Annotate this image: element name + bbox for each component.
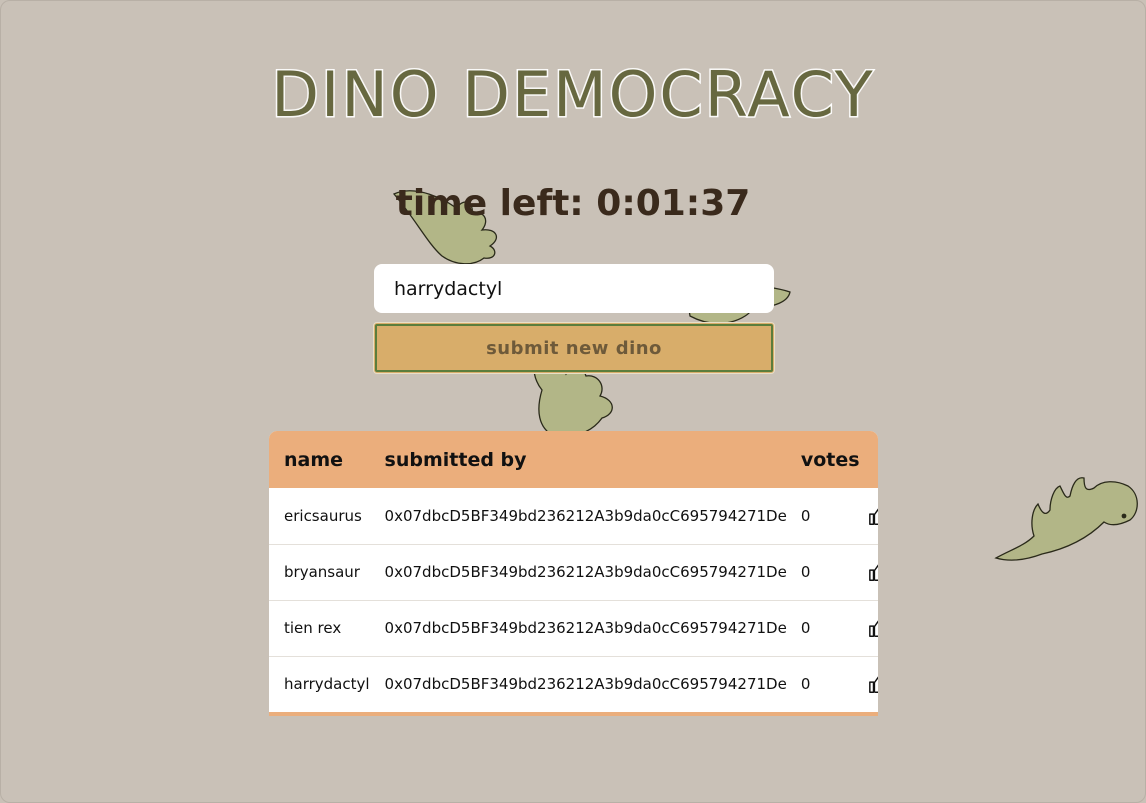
table-row: bryansaur 0x07dbcD5BF349bd236212A3b9da0c… <box>269 544 878 600</box>
submitter-address: 0x07dbcD5BF349bd236212A3b9da0cC695794271… <box>384 619 787 637</box>
dino-name: ericsaurus <box>284 506 362 525</box>
timer-value: 0:01:37 <box>596 183 751 224</box>
header-submitted-by: submitted by <box>384 448 527 471</box>
submitter-address: 0x07dbcD5BF349bd236212A3b9da0cC695794271… <box>384 506 787 525</box>
dino-table: name submitted by votes ericsaurus 0x07d… <box>269 431 878 716</box>
table-row: ericsaurus 0x07dbcD5BF349bd236212A3b9da0… <box>269 488 878 544</box>
dino-name: tien rex <box>284 619 342 637</box>
dino-name: bryansaur <box>284 563 360 581</box>
table-row: harrydactyl 0x07dbcD5BF349bd236212A3b9da… <box>269 656 878 712</box>
submitter-address: 0x07dbcD5BF349bd236212A3b9da0cC695794271… <box>384 675 787 694</box>
vote-count: 0 <box>800 563 811 581</box>
thumbs-up-icon[interactable] <box>868 561 878 583</box>
header-name: name <box>284 448 344 471</box>
dino-name: harrydactyl <box>284 675 370 694</box>
thumbs-up-icon[interactable] <box>868 617 878 639</box>
vote-count: 0 <box>800 675 811 694</box>
page-title: DINO DEMOCRACY <box>270 57 875 133</box>
countdown-timer: time left: 0:01:37 <box>0 183 1146 224</box>
dinosaur-icon <box>994 477 1138 561</box>
timer-label: time left: <box>395 183 584 224</box>
vote-count: 0 <box>800 506 811 525</box>
table-row: tien rex 0x07dbcD5BF349bd236212A3b9da0cC… <box>269 600 878 656</box>
submit-dino-button[interactable]: submit new dino <box>373 322 775 374</box>
header-votes: votes <box>800 448 860 471</box>
thumbs-up-icon[interactable] <box>868 673 878 695</box>
table-header-row: name submitted by votes <box>269 431 878 488</box>
vote-count: 0 <box>800 619 811 637</box>
header-vote-action <box>860 431 878 488</box>
dino-name-input[interactable] <box>374 264 774 313</box>
submitter-address: 0x07dbcD5BF349bd236212A3b9da0cC695794271… <box>384 563 787 581</box>
thumbs-up-icon[interactable] <box>868 505 878 527</box>
